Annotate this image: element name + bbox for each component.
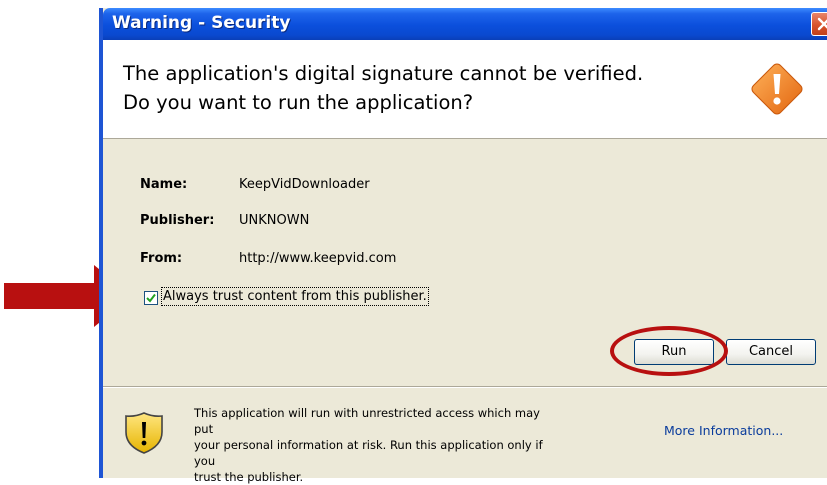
name-label: Name: [140, 177, 188, 192]
headline-line-1: The application's digital signature cann… [123, 62, 644, 85]
publisher-value: UNKNOWN [239, 213, 310, 228]
cancel-button[interactable]: Cancel [726, 339, 816, 365]
footer-divider-highlight [103, 387, 827, 388]
security-warning-dialog: Warning - Security The application's dig… [99, 8, 827, 484]
checkmark-icon [146, 293, 156, 303]
from-label: From: [140, 251, 183, 266]
footer-line-2: your personal information at risk. Run t… [194, 438, 543, 468]
always-trust-checkbox[interactable] [144, 291, 158, 305]
from-value: http://www.keepvid.com [239, 251, 397, 266]
footer-warning-text: This application will run with unrestric… [194, 405, 559, 485]
dialog-header: The application's digital signature cann… [103, 40, 827, 139]
run-button[interactable]: Run [634, 339, 714, 365]
shield-warning-icon [125, 412, 163, 454]
footer-line-3: trust the publisher. [194, 470, 304, 484]
headline-line-2: Do you want to run the application? [123, 91, 474, 114]
warning-diamond-icon [751, 63, 803, 115]
close-icon [817, 17, 827, 31]
name-value: KeepVidDownloader [239, 177, 370, 192]
footer-line-1: This application will run with unrestric… [194, 406, 540, 436]
headline: The application's digital signature cann… [123, 59, 643, 117]
publisher-label: Publisher: [140, 213, 215, 228]
more-information-link[interactable]: More Information... [664, 423, 783, 438]
title-bar[interactable]: Warning - Security [103, 8, 827, 40]
always-trust-label[interactable]: Always trust content from this publisher… [161, 287, 429, 306]
close-button[interactable] [811, 12, 827, 36]
window-title: Warning - Security [112, 13, 291, 33]
